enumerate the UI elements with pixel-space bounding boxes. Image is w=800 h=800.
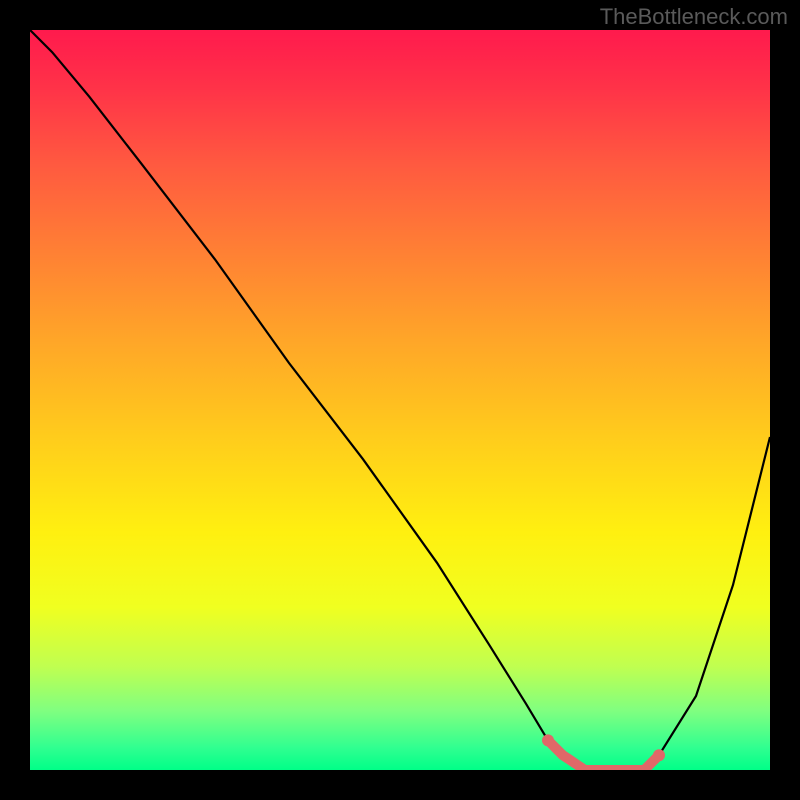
highlight-dot-right xyxy=(653,749,665,761)
chart-plot-area xyxy=(30,30,770,770)
watermark-text: TheBottleneck.com xyxy=(600,4,788,30)
chart-svg xyxy=(30,30,770,770)
highlight-segment xyxy=(548,740,659,770)
highlight-dot-left xyxy=(542,734,554,746)
bottleneck-curve-path xyxy=(30,30,770,770)
